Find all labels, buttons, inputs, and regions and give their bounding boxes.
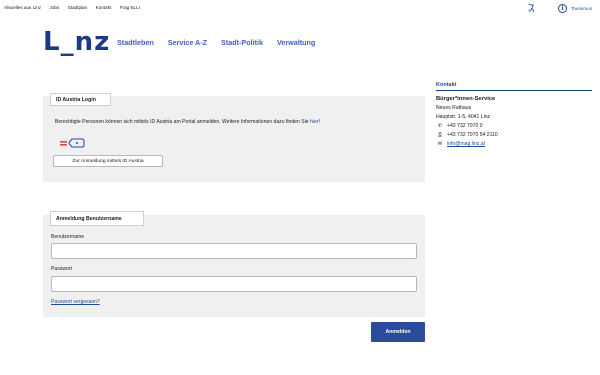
- topnav-link-frag-elli[interactable]: Frag ELLI: [120, 5, 140, 10]
- nav-verwaltung[interactable]: Verwaltung: [277, 38, 315, 47]
- fax-icon: ⎙: [437, 131, 443, 138]
- id-austria-login-title: ID Austria Login: [50, 93, 111, 106]
- topnav-link-jobs[interactable]: Jobs: [50, 5, 60, 10]
- contact-email-link[interactable]: info@mag.linz.at: [447, 141, 485, 147]
- contact-email-row: ✉ info@mag.linz.at: [436, 141, 592, 147]
- username-input[interactable]: [51, 243, 417, 259]
- nav-stadtleben[interactable]: Stadtleben: [117, 38, 154, 47]
- nav-service-a-z[interactable]: Service A-Z: [168, 38, 207, 47]
- anmelden-button[interactable]: Anmelden: [371, 322, 425, 342]
- tourismus-label: Tourismus: [571, 5, 592, 11]
- id-austria-description: Berechtigte Personen können sich mittels…: [55, 119, 320, 125]
- phone-icon: ✆: [437, 123, 443, 129]
- topnav-link-aktuelles[interactable]: Aktuelles aus Linz: [4, 5, 41, 10]
- username-login-panel: Anmeldung Benutzername Benutzername Pass…: [43, 211, 425, 317]
- contact-fax: +43 732 7070 54 2110: [447, 132, 498, 138]
- topnav-link-stadtplan[interactable]: Stadtplan: [68, 5, 87, 10]
- topnav-link-kontakt[interactable]: Kontakt: [96, 5, 112, 10]
- password-input[interactable]: [51, 276, 417, 292]
- username-login-title: Anmeldung Benutzername: [50, 211, 144, 226]
- top-right-tools: i Tourismus: [526, 3, 592, 13]
- mail-icon: ✉: [437, 141, 443, 147]
- info-icon: i: [558, 3, 568, 13]
- top-navigation: Aktuelles aus Linz Jobs Stadtplan Kontak…: [0, 0, 600, 15]
- forgot-password-link[interactable]: Passwort vergessen?: [51, 299, 100, 305]
- id-austria-login-button[interactable]: Zur Anmeldung mittels ID Austria: [53, 155, 163, 167]
- nav-stadt-politik[interactable]: Stadt-Politik: [221, 38, 263, 47]
- accessibility-icon[interactable]: [526, 3, 536, 13]
- contact-address-line-1: Neues Rathaus: [436, 105, 472, 111]
- tourismus-link[interactable]: i Tourismus: [558, 3, 592, 13]
- top-links: Aktuelles aus Linz Jobs Stadtplan Kontak…: [4, 5, 140, 10]
- id-austria-info-link[interactable]: hier: [310, 119, 319, 125]
- contact-sidebar: Kontakt Bürger*innen-Service Neues Ratha…: [436, 82, 592, 147]
- username-label: Benutzername: [51, 234, 85, 240]
- password-label: Passwort: [51, 266, 72, 272]
- contact-phone[interactable]: +43 732 7070 0: [447, 123, 483, 129]
- contact-address-line-2: Hauptstr. 1-5, 4041 Linz: [436, 114, 491, 120]
- main-navigation: Stadtleben Service A-Z Stadt-Politik Ver…: [117, 38, 315, 47]
- id-austria-icon: [60, 138, 85, 148]
- id-austria-login-panel: ID Austria Login Berechtigte Personen kö…: [43, 93, 425, 182]
- contact-fax-row: ⎙ +43 732 7070 54 2110: [436, 131, 592, 139]
- contact-title: Bürger*innen-Service: [436, 96, 496, 102]
- id-austria-description-punct: !: [318, 119, 320, 125]
- contact-phone-row: ✆ +43 732 7070 0: [436, 123, 592, 129]
- id-austria-description-text: Berechtigte Personen können sich mittels…: [55, 119, 309, 125]
- linz-logo[interactable]: L_nz: [43, 29, 110, 55]
- contact-heading: Kontakt: [436, 82, 592, 91]
